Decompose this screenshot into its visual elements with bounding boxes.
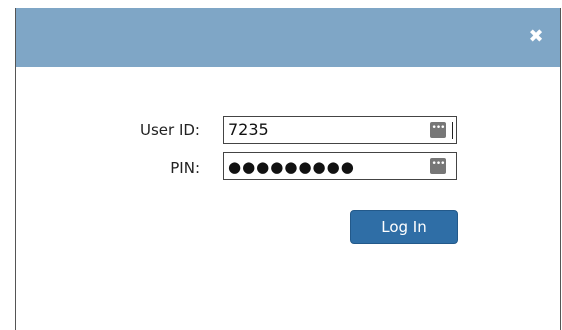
user-id-field[interactable]: 7235 ••• (223, 116, 457, 144)
user-id-label: User ID: (140, 121, 200, 139)
close-icon[interactable]: ✖ (526, 26, 546, 48)
pin-label: PIN: (170, 159, 200, 177)
text-caret (452, 122, 453, 139)
dialog-titlebar: ✖ (16, 8, 560, 67)
password-manager-icon[interactable]: ••• (430, 122, 446, 138)
password-manager-icon[interactable]: ••• (430, 158, 446, 174)
pin-masked-value: ●●●●●●●●● (228, 158, 355, 176)
login-button[interactable]: Log In (350, 210, 458, 244)
pin-field[interactable]: ●●●●●●●●● ••• (223, 152, 457, 180)
user-id-value: 7235 (228, 120, 269, 139)
login-dialog: ✖ User ID: 7235 ••• PIN: ●●●●●●●●● ••• L… (15, 8, 561, 330)
